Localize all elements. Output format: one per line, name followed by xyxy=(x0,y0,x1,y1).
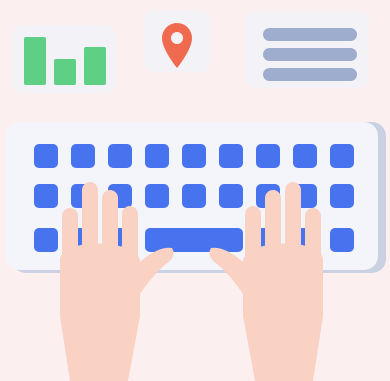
keyboard-key xyxy=(182,144,206,168)
keyboard-key xyxy=(219,144,243,168)
keyboard-key xyxy=(182,184,206,208)
menu-line xyxy=(263,28,357,41)
keyboard-key xyxy=(145,144,169,168)
location-pin-icon xyxy=(162,23,192,68)
right-hand xyxy=(209,182,323,381)
chart-bar xyxy=(84,47,106,85)
left-hand xyxy=(60,182,174,381)
keyboard-key xyxy=(293,144,317,168)
menu-line xyxy=(263,48,357,61)
menu-line xyxy=(263,68,357,81)
chart-bar xyxy=(24,37,46,85)
keyboard-key xyxy=(108,144,132,168)
location-card xyxy=(144,10,210,72)
keyboard-key xyxy=(256,144,280,168)
keyboard-key xyxy=(330,144,354,168)
chart-card xyxy=(12,25,116,93)
keyboard-key xyxy=(34,144,58,168)
keyboard-key xyxy=(71,144,95,168)
chart-bar xyxy=(54,59,76,85)
menu-card xyxy=(245,12,369,88)
